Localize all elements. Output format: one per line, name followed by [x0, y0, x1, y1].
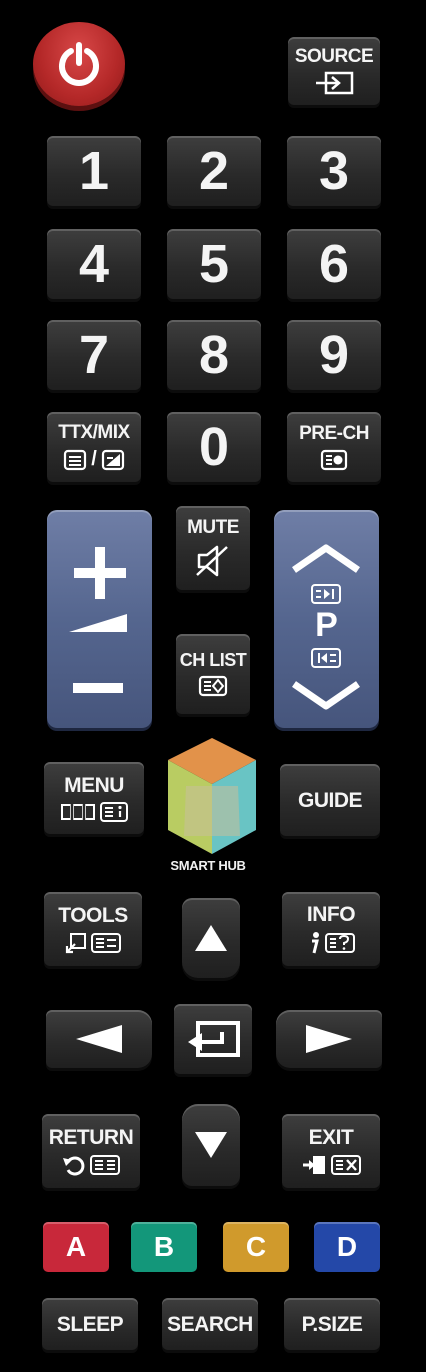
number-0-button[interactable]: 0: [167, 412, 261, 482]
menu-grid-icon: [61, 803, 95, 820]
number-6-button[interactable]: 6: [287, 229, 381, 299]
power-icon: [59, 42, 99, 86]
number-8-button[interactable]: 8: [167, 320, 261, 390]
number-8-label: 8: [198, 325, 230, 385]
number-5-button[interactable]: 5: [167, 229, 261, 299]
pre-ch-icon: [320, 449, 348, 470]
sleep-label: SLEEP: [56, 1312, 124, 1336]
guide-label: GUIDE: [297, 788, 363, 812]
volume-rocker-icons: [69, 547, 127, 693]
mute-icon: [196, 545, 228, 576]
pre-ch-button[interactable]: PRE-CH: [287, 412, 381, 482]
arrow-down-icon: [195, 1132, 227, 1158]
smart-hub-label: SMART HUB: [170, 858, 246, 873]
number-7-label: 7: [78, 325, 110, 385]
channel-rocker[interactable]: P: [274, 510, 379, 728]
number-6-label: 6: [318, 234, 350, 294]
number-4-button[interactable]: 4: [47, 229, 141, 299]
number-4-label: 4: [78, 234, 110, 294]
color-b-label: B: [153, 1231, 175, 1262]
slash-separator-icon: /: [91, 448, 97, 470]
volume-rocker[interactable]: [47, 510, 152, 728]
exit-button[interactable]: EXIT: [282, 1114, 380, 1188]
ch-list-label: CH LIST: [179, 650, 247, 670]
number-3-label: 3: [318, 141, 350, 201]
number-2-label: 2: [198, 141, 230, 201]
smart-hub-button[interactable]: [162, 734, 262, 860]
ch-list-icon: [198, 675, 228, 697]
search-button[interactable]: SEARCH: [162, 1298, 258, 1350]
menu-button[interactable]: MENU: [44, 762, 144, 834]
tools-button[interactable]: TOOLS: [44, 892, 142, 966]
enter-button[interactable]: [174, 1004, 252, 1074]
volume-down-icon: [73, 683, 123, 693]
channel-prev-icon: [311, 648, 341, 668]
source-input-icon: [316, 71, 354, 94]
mix-icon: [101, 449, 124, 470]
right-arrow-button[interactable]: [276, 1010, 382, 1068]
p-size-label: P.SIZE: [301, 1312, 363, 1336]
color-d-label: D: [336, 1231, 358, 1262]
return-list-icon: [90, 1154, 120, 1175]
number-9-button[interactable]: 9: [287, 320, 381, 390]
channel-next-icon: [311, 584, 341, 604]
number-5-label: 5: [198, 234, 230, 294]
exit-door-icon: [303, 1155, 325, 1174]
exit-label: EXIT: [308, 1125, 354, 1149]
source-label: SOURCE: [294, 45, 374, 67]
guide-button[interactable]: GUIDE: [280, 764, 380, 836]
tools-icon: [65, 932, 86, 953]
up-arrow-button[interactable]: [182, 898, 240, 978]
number-2-button[interactable]: 2: [167, 136, 261, 206]
color-c-label: C: [245, 1231, 267, 1262]
enter-icon: [188, 1021, 240, 1057]
return-label: RETURN: [48, 1125, 134, 1149]
arrow-up-icon: [195, 925, 227, 951]
info-label: INFO: [306, 902, 356, 926]
teletext-icon: [64, 449, 87, 470]
info-i-icon: [312, 931, 319, 953]
menu-label: MENU: [64, 773, 124, 797]
return-arrow-icon: [63, 1156, 85, 1175]
ttx-mix-label: TTX/MIX: [58, 422, 130, 443]
tools-label: TOOLS: [58, 903, 128, 927]
number-1-button[interactable]: 1: [47, 136, 141, 206]
color-c-button[interactable]: C: [223, 1222, 289, 1272]
number-7-button[interactable]: 7: [47, 320, 141, 390]
number-3-button[interactable]: 3: [287, 136, 381, 206]
color-a-button[interactable]: A: [43, 1222, 109, 1272]
channel-up-icon: [292, 544, 360, 573]
number-1-label: 1: [78, 141, 110, 201]
volume-up-icon: [74, 547, 126, 599]
ttx-mix-button[interactable]: TTX/MIX /: [47, 412, 141, 482]
menu-info-icon: [100, 801, 128, 822]
p-size-button[interactable]: P.SIZE: [284, 1298, 380, 1350]
left-arrow-button[interactable]: [46, 1010, 152, 1068]
number-0-label: 0: [198, 417, 230, 477]
mute-label: MUTE: [187, 516, 239, 538]
channel-label: P: [315, 606, 338, 644]
info-button[interactable]: INFO: [282, 892, 380, 966]
down-arrow-button[interactable]: [182, 1104, 240, 1186]
search-label: SEARCH: [167, 1312, 253, 1336]
channel-down-icon: [292, 681, 360, 710]
power-button[interactable]: [33, 22, 125, 106]
info-question-icon: [325, 932, 355, 953]
exit-close-icon: [331, 1154, 361, 1175]
color-a-label: A: [65, 1231, 87, 1262]
arrow-left-icon: [76, 1025, 122, 1053]
smart-hub-cube-icon: [168, 738, 256, 854]
return-button[interactable]: RETURN: [42, 1114, 140, 1188]
arrow-right-icon: [306, 1025, 352, 1053]
color-b-button[interactable]: B: [131, 1222, 197, 1272]
ch-list-button[interactable]: CH LIST: [176, 634, 250, 714]
source-button[interactable]: SOURCE: [288, 37, 380, 105]
pre-ch-label: PRE-CH: [299, 422, 369, 444]
tools-list-icon: [91, 932, 121, 953]
volume-ramp-icon: [69, 614, 127, 632]
mute-button[interactable]: MUTE: [176, 506, 250, 590]
sleep-button[interactable]: SLEEP: [42, 1298, 138, 1350]
color-d-button[interactable]: D: [314, 1222, 380, 1272]
number-9-label: 9: [318, 325, 350, 385]
